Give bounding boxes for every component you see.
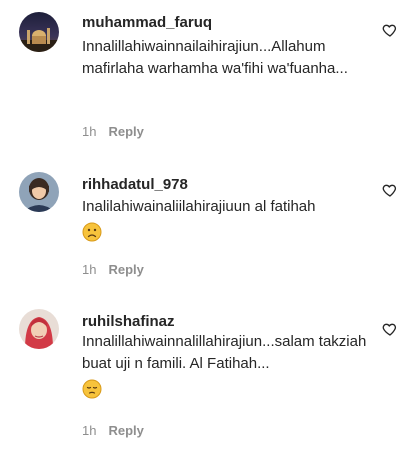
comment-text: Innalillahiwainnailaihirajiun...Allahum … [82, 38, 348, 77]
comment-username[interactable]: muhammad_faruq [82, 14, 212, 31]
avatar-photo-icon [19, 309, 59, 349]
heart-icon [382, 323, 397, 336]
comment-time: 1h [82, 262, 97, 277]
comment-meta: 1h Reply [82, 423, 144, 438]
reply-button[interactable]: Reply [108, 262, 143, 277]
heart-icon [382, 24, 397, 37]
heart-icon [382, 184, 397, 197]
avatar[interactable] [19, 12, 59, 52]
sad-face-emoji-icon [82, 222, 102, 242]
comment-item: ruhilshafinaz Innalillahiwainnalillahira… [0, 295, 415, 456]
comment-meta: 1h Reply [82, 124, 144, 139]
comment-username[interactable]: ruhilshafinaz [82, 313, 175, 330]
comment-time: 1h [82, 124, 97, 139]
pensive-face-emoji-icon [82, 379, 102, 399]
reply-button[interactable]: Reply [108, 423, 143, 438]
like-button[interactable] [382, 182, 400, 200]
avatar[interactable] [19, 309, 59, 349]
comment-text: Inalilahiwainaliilahirajiuun al fatihah [82, 196, 382, 242]
comment-text-body: Inalilahiwainaliilahirajiuun al fatihah [82, 198, 316, 215]
comment-item: rihhadatul_978 Inalilahiwainaliilahiraji… [0, 150, 415, 295]
reply-button[interactable]: Reply [108, 124, 143, 139]
comment-username[interactable]: rihhadatul_978 [82, 176, 188, 193]
comment-item: muhammad_faruq Innalillahiwainnailaihira… [0, 0, 415, 150]
comment-text-body: Innalillahiwainnalillahirajiun...salam t… [82, 333, 367, 372]
comment-meta: 1h Reply [82, 262, 144, 277]
like-button[interactable] [382, 22, 400, 40]
avatar[interactable] [19, 172, 59, 212]
avatar-photo-icon [19, 172, 59, 212]
comment-time: 1h [82, 423, 97, 438]
avatar-photo-icon [19, 12, 59, 52]
like-button[interactable] [382, 321, 400, 339]
comment-text: Innalillahiwainnalillahirajiun...salam t… [82, 331, 377, 399]
